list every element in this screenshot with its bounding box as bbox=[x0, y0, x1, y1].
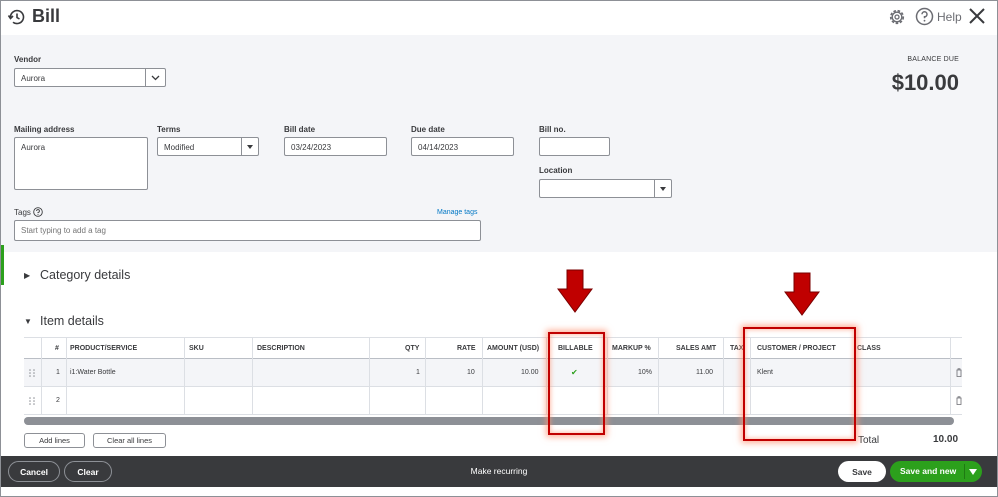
close-icon[interactable] bbox=[967, 6, 987, 26]
page-title: Bill bbox=[32, 6, 61, 26]
row-number: 1 bbox=[56, 369, 60, 376]
due-date-value: 04/14/2023 bbox=[418, 143, 459, 152]
column-divider bbox=[41, 337, 42, 415]
terms-value: Modified bbox=[164, 143, 195, 152]
bill-no-field[interactable] bbox=[539, 137, 610, 156]
col-header-product: PRODUCT/SERVICE bbox=[70, 345, 138, 352]
history-icon[interactable] bbox=[7, 7, 27, 27]
balance-due-label: BALANCE DUE bbox=[907, 56, 959, 63]
sales-amt-cell[interactable]: 11.00 bbox=[696, 369, 713, 376]
column-divider bbox=[607, 337, 608, 415]
vendor-select[interactable]: Aurora bbox=[14, 68, 166, 87]
help-circle-icon[interactable] bbox=[33, 207, 43, 217]
item-details-label: Item details bbox=[40, 314, 104, 328]
column-divider bbox=[723, 337, 724, 415]
bill-no-label: Bill no. bbox=[539, 125, 566, 134]
bill-date-field[interactable]: 03/24/2023 bbox=[284, 137, 387, 156]
category-details-label: Category details bbox=[40, 268, 131, 282]
bill-date-value: 03/24/2023 bbox=[291, 143, 332, 152]
red-arrow-down-icon bbox=[784, 272, 820, 316]
location-select[interactable] bbox=[539, 179, 672, 198]
trash-icon[interactable] bbox=[956, 396, 962, 405]
row-number: 2 bbox=[56, 397, 60, 404]
rate-cell[interactable]: 10 bbox=[467, 369, 475, 376]
caret-down-icon[interactable] bbox=[654, 180, 671, 197]
category-details-toggle[interactable]: ▶ Category details bbox=[24, 268, 130, 282]
save-button[interactable]: Save bbox=[838, 461, 886, 482]
total-label: Total bbox=[858, 435, 880, 446]
red-arrow-down-icon bbox=[557, 269, 593, 313]
col-header-markup: MARKUP % bbox=[612, 345, 651, 352]
caret-down-icon[interactable] bbox=[969, 469, 977, 475]
col-header-class: CLASS bbox=[857, 345, 881, 352]
bottom-strip bbox=[1, 487, 997, 496]
item-details-toggle[interactable]: ▼ Item details bbox=[24, 314, 104, 328]
mailing-address-label: Mailing address bbox=[14, 125, 75, 134]
drag-handle-icon[interactable] bbox=[29, 369, 35, 377]
bill-window: Bill Help Vendor Aurora BALANCE DUE $10.… bbox=[0, 0, 998, 497]
save-and-new-label: Save and new bbox=[900, 466, 957, 476]
column-divider bbox=[369, 337, 370, 415]
side-indicator bbox=[1, 245, 4, 285]
terms-label: Terms bbox=[157, 125, 181, 134]
product-cell[interactable]: i1:Water Bottle bbox=[70, 369, 116, 376]
help-icon[interactable] bbox=[915, 7, 934, 26]
column-divider bbox=[252, 337, 253, 415]
col-header-tax: TAX bbox=[730, 345, 744, 352]
location-label: Location bbox=[539, 166, 573, 175]
col-header-description: DESCRIPTION bbox=[257, 345, 305, 352]
mailing-address-value: Aurora bbox=[21, 143, 46, 152]
trash-icon[interactable] bbox=[956, 368, 962, 377]
billable-highlight-box bbox=[548, 332, 605, 435]
customer-project-highlight-box bbox=[743, 327, 856, 441]
column-divider bbox=[425, 337, 426, 415]
caret-down-icon[interactable] bbox=[241, 138, 258, 155]
button-divider bbox=[964, 464, 965, 479]
add-lines-button[interactable]: Add lines bbox=[24, 433, 85, 448]
total-amount: 10.00 bbox=[933, 434, 959, 445]
tags-input[interactable] bbox=[14, 220, 481, 241]
due-date-field[interactable]: 04/14/2023 bbox=[411, 137, 514, 156]
bill-date-label: Bill date bbox=[284, 125, 316, 134]
column-divider bbox=[66, 337, 67, 415]
col-header-number: # bbox=[55, 345, 59, 352]
col-header-qty: QTY bbox=[405, 345, 420, 352]
clear-all-lines-button[interactable]: Clear all lines bbox=[93, 433, 166, 448]
tags-label: Tags bbox=[14, 208, 31, 217]
triangle-right-icon: ▶ bbox=[24, 271, 31, 280]
col-header-sales-amt: SALES AMT bbox=[676, 345, 717, 352]
markup-cell[interactable]: 10% bbox=[638, 369, 652, 376]
due-date-label: Due date bbox=[411, 125, 445, 134]
gear-icon[interactable] bbox=[887, 7, 907, 27]
col-header-sku: SKU bbox=[189, 345, 204, 352]
amount-cell[interactable]: 10.00 bbox=[521, 369, 539, 376]
vendor-label: Vendor bbox=[14, 55, 42, 64]
qty-cell[interactable]: 1 bbox=[416, 369, 420, 376]
manage-tags-link[interactable]: Manage tags bbox=[437, 209, 477, 216]
vendor-value: Aurora bbox=[21, 74, 46, 83]
drag-handle-icon[interactable] bbox=[29, 397, 35, 405]
help-label[interactable]: Help bbox=[937, 10, 962, 24]
col-header-amount: AMOUNT (USD) bbox=[487, 345, 540, 352]
footer-bar: Cancel Clear Make recurring Save Save an… bbox=[1, 456, 997, 487]
triangle-down-icon: ▼ bbox=[24, 317, 32, 326]
save-and-new-button[interactable]: Save and new bbox=[890, 461, 982, 482]
mailing-address-field[interactable]: Aurora bbox=[14, 137, 148, 190]
window-header: Bill Help bbox=[1, 1, 997, 35]
chevron-down-icon[interactable] bbox=[145, 69, 165, 86]
column-divider bbox=[482, 337, 483, 415]
column-divider bbox=[184, 337, 185, 415]
col-header-rate: RATE bbox=[457, 345, 476, 352]
column-divider bbox=[546, 337, 547, 415]
balance-due-amount: $10.00 bbox=[891, 70, 959, 95]
bill-form: Vendor Aurora BALANCE DUE $10.00 Mailing… bbox=[1, 35, 997, 285]
column-divider bbox=[658, 337, 659, 415]
column-divider bbox=[950, 337, 951, 415]
terms-select[interactable]: Modified bbox=[157, 137, 259, 156]
